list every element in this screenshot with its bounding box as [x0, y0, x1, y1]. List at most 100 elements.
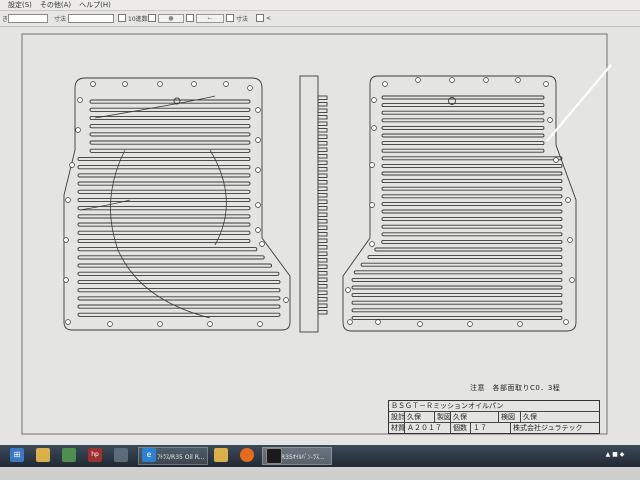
material-label: 材質	[391, 423, 405, 434]
device-icon[interactable]	[114, 448, 128, 462]
rib	[77, 165, 251, 170]
rib	[351, 315, 563, 320]
point-toggle[interactable]: ●	[148, 13, 184, 23]
hp-icon[interactable]: hp	[88, 448, 102, 462]
fin	[317, 199, 328, 204]
arrow-toggle[interactable]: ←	[186, 13, 224, 23]
side-profile	[299, 75, 328, 333]
start-icon[interactable]: ⊞	[10, 448, 24, 462]
bolt-hole	[63, 277, 69, 283]
bolt-hole	[247, 85, 253, 91]
product-name: ＢＳＧＴ－Ｒミッションオイルパン	[391, 402, 504, 410]
fin	[317, 108, 328, 113]
rib	[381, 179, 563, 184]
rib	[77, 255, 265, 260]
app-icon[interactable]	[62, 448, 76, 462]
rib	[77, 197, 251, 203]
bolt-hole	[223, 81, 229, 87]
point-toggle-box[interactable]	[148, 14, 156, 22]
scale-label-group: 寸法	[54, 13, 66, 23]
rib	[381, 194, 563, 199]
rib	[77, 222, 251, 227]
fin	[317, 251, 328, 256]
side-profile-fins	[317, 95, 328, 315]
less-checkbox[interactable]: <	[256, 13, 271, 23]
rib	[77, 296, 281, 301]
toolbar: き 寸法 10進数 ● ← 寸法 <	[0, 11, 640, 27]
taskbar-window-1-label: ﾌﾄﾗｽ/R35 Oil R...	[157, 453, 205, 461]
bolt-hole	[75, 127, 81, 133]
drawing-note: 注意 各部面取りC0．3程	[470, 384, 561, 392]
rib	[77, 230, 251, 235]
rib	[381, 125, 545, 130]
bolt-hole	[569, 277, 575, 283]
rib	[381, 232, 563, 237]
less-checkbox-label: <	[266, 14, 272, 22]
less-checkbox-box[interactable]	[256, 14, 264, 22]
fin	[317, 115, 328, 120]
bolt-hole	[255, 227, 261, 233]
rib	[77, 312, 281, 317]
rib	[351, 308, 563, 313]
bolt-hole	[122, 81, 128, 87]
bolt-hole	[257, 321, 263, 327]
folder-icon[interactable]	[36, 448, 50, 462]
bolt-hole	[563, 319, 569, 325]
drawing-label: 製図	[437, 412, 451, 423]
decimal-checkbox-box[interactable]	[118, 14, 126, 22]
menu-other[interactable]: その他(A)	[40, 0, 71, 10]
fin	[317, 160, 328, 165]
bolt-hole	[69, 162, 75, 168]
bolt-hole	[483, 77, 489, 83]
right-plate-ribs	[351, 95, 563, 320]
fin	[317, 212, 328, 217]
rib	[77, 238, 251, 244]
decimal-checkbox[interactable]: 10進数	[118, 13, 148, 23]
material-value: Ａ２０１７	[405, 423, 451, 434]
fin	[317, 232, 328, 237]
bolt-hole	[255, 167, 261, 173]
dimension-checkbox[interactable]: 寸法	[226, 13, 248, 23]
firefox-icon[interactable]	[240, 448, 254, 462]
arrow-toggle-box[interactable]	[186, 14, 194, 22]
dimension-checkbox-box[interactable]	[226, 14, 234, 22]
layer-combo[interactable]	[8, 13, 48, 23]
bolt-hole	[567, 237, 573, 243]
scale-select[interactable]	[68, 13, 114, 23]
rib	[77, 288, 281, 293]
bolt-hole	[371, 97, 377, 103]
fin	[317, 193, 328, 198]
scale-combo[interactable]	[68, 13, 114, 23]
rib	[381, 148, 545, 153]
rib	[381, 217, 563, 222]
mouse-pointer-trail	[546, 64, 612, 142]
explorer-icon[interactable]	[214, 448, 228, 462]
quantity-label: 個数	[451, 423, 471, 434]
rib	[381, 95, 545, 100]
bolt-hole	[347, 319, 353, 325]
rib	[353, 270, 563, 275]
rib	[77, 156, 251, 162]
menu-settings[interactable]: 設定(S)	[8, 0, 32, 10]
rib	[89, 124, 251, 129]
system-tray[interactable]: ▲ ■ ◆	[600, 448, 630, 462]
rib	[360, 262, 563, 267]
rib	[89, 107, 251, 112]
fin	[317, 167, 328, 172]
bolt-hole	[565, 197, 571, 203]
menu-bar: 設定(S) その他(A) ヘルプ(H)	[0, 0, 640, 11]
fin	[317, 180, 328, 185]
bolt-hole	[449, 77, 455, 83]
quantity-value: １７	[471, 423, 511, 434]
bolt-hole	[369, 162, 375, 168]
point-button[interactable]: ●	[158, 13, 184, 23]
rib	[89, 140, 251, 145]
rib	[351, 300, 563, 305]
rib	[381, 118, 545, 123]
fin	[317, 264, 328, 269]
layer-select[interactable]	[8, 13, 48, 23]
bolt-hole	[467, 321, 473, 327]
menu-help[interactable]: ヘルプ(H)	[79, 0, 111, 10]
bolt-hole	[207, 321, 213, 327]
arrow-button[interactable]: ←	[196, 13, 224, 23]
